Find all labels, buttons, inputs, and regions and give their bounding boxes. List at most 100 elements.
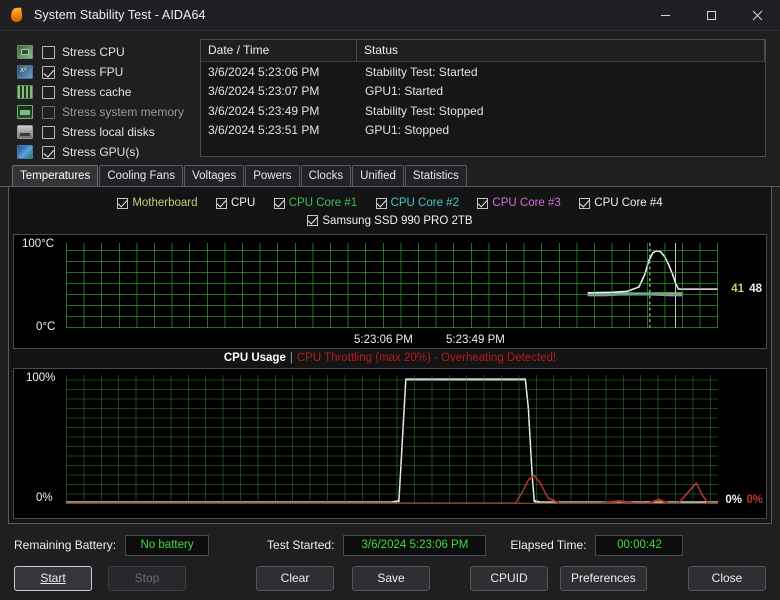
minimize-button[interactable]	[642, 0, 688, 31]
stress-option-cpu[interactable]: Stress CPU	[17, 42, 196, 62]
legend-item-cpu-core-3[interactable]: CPU Core #3	[477, 195, 561, 211]
legend-checkbox[interactable]	[477, 197, 489, 209]
tab-clocks[interactable]: Clocks	[300, 165, 352, 186]
legend-checkbox[interactable]	[117, 197, 129, 209]
memory-icon	[17, 105, 33, 119]
temp-grid	[66, 243, 718, 328]
fpu-icon	[17, 65, 33, 79]
battery-label: Remaining Battery:	[14, 538, 117, 552]
log-status: GPU1: Started	[365, 84, 444, 99]
charts-container: Motherboard CPU CPU Core #1 CPU Core #2 …	[8, 187, 772, 524]
tab-statistics[interactable]: Statistics	[404, 165, 467, 186]
usage-chart-title: CPU Usage | CPU Throttling (max 20%) - Ove…	[13, 349, 767, 365]
stop-button-label: Stop	[134, 571, 160, 585]
table-row[interactable]: 3/6/2024 5:23:51 PM GPU1: Stopped	[201, 121, 765, 141]
clear-button[interactable]: Clear	[256, 565, 334, 591]
maximize-button[interactable]	[688, 0, 734, 31]
tab-unified[interactable]: Unified	[352, 165, 404, 186]
legend-item-cpu-core-2[interactable]: CPU Core #2	[375, 195, 459, 211]
test-started-value: 3/6/2024 5:23:06 PM	[343, 534, 487, 556]
close-dialog-button[interactable]: Close	[688, 565, 766, 591]
flame-icon	[9, 7, 25, 23]
tab-cooling-fans[interactable]: Cooling Fans	[99, 165, 184, 186]
stress-cache-checkbox[interactable]	[42, 85, 55, 99]
log-column-spacer	[753, 40, 765, 62]
legend-checkbox[interactable]	[273, 197, 285, 209]
log-datetime: 3/6/2024 5:23:51 PM	[208, 123, 320, 138]
table-row[interactable]: 3/6/2024 5:23:06 PM Stability Test: Star…	[201, 62, 765, 82]
table-row[interactable]: 3/6/2024 5:23:07 PM GPU1: Started	[201, 82, 765, 102]
stress-fpu-checkbox[interactable]	[42, 65, 55, 79]
event-log-table[interactable]: Date / Time Status 3/6/2024 5:23:06 PM S…	[200, 39, 766, 157]
table-row[interactable]: 3/6/2024 5:23:49 PM Stability Test: Stop…	[201, 101, 765, 121]
legend-row-2: Samsung SSD 990 PRO 2TB	[13, 213, 767, 231]
stress-fpu-label: Stress FPU	[62, 65, 124, 79]
log-datetime: 3/6/2024 5:23:49 PM	[208, 103, 320, 118]
usage-y-axis-max: 100%	[26, 372, 56, 384]
title-bar: System Stability Test - AIDA64	[0, 0, 780, 31]
log-column-status[interactable]: Status	[357, 40, 753, 62]
stress-option-fpu[interactable]: Stress FPU	[17, 62, 196, 82]
usage-plot-area	[66, 375, 718, 505]
status-bar: Remaining Battery: No battery Test Start…	[0, 528, 780, 562]
gpu-icon	[17, 145, 33, 159]
battery-value: No battery	[125, 534, 210, 556]
save-button[interactable]: Save	[352, 565, 430, 591]
usage-title-separator: |	[289, 352, 293, 364]
usage-readout-cpu: 0%	[725, 494, 742, 506]
temp-plot-area	[66, 243, 718, 328]
legend-item-cpu-core-1[interactable]: CPU Core #1	[273, 195, 357, 211]
stress-memory-checkbox[interactable]	[42, 105, 55, 119]
stress-options-list: Stress CPU Stress FPU Stress cache Stres…	[8, 39, 196, 159]
legend-item-motherboard[interactable]: Motherboard	[117, 195, 198, 211]
tab-bar: Temperatures Cooling Fans Voltages Power…	[0, 165, 780, 187]
legend-checkbox[interactable]	[216, 197, 227, 209]
start-button-label: Start	[40, 571, 66, 585]
tab-voltages[interactable]: Voltages	[184, 165, 245, 186]
preferences-button[interactable]: Preferences	[560, 565, 647, 591]
aida64-stability-window: System Stability Test - AIDA64 Stress CP…	[0, 0, 780, 600]
usage-readout-throttling: 0%	[746, 494, 763, 506]
temp-y-axis-max: 100°C	[22, 238, 55, 250]
window-title: System Stability Test - AIDA64	[34, 8, 206, 22]
stress-option-gpu[interactable]: Stress GPU(s)	[17, 142, 196, 162]
legend-item-samsung-ssd[interactable]: Samsung SSD 990 PRO 2TB	[307, 213, 473, 229]
legend-checkbox[interactable]	[307, 215, 319, 226]
stress-cache-label: Stress cache	[62, 85, 132, 99]
top-panel: Stress CPU Stress FPU Stress cache Stres…	[0, 31, 780, 159]
start-button[interactable]: Start	[14, 565, 92, 591]
tab-temperatures[interactable]: Temperatures	[12, 165, 99, 186]
temperature-chart[interactable]: 100°C 0°C 5:23:06 PM 5:23:49 PM 41 48	[13, 234, 767, 349]
stop-button: Stop	[108, 565, 186, 591]
log-header-row: Date / Time Status	[201, 40, 765, 62]
usage-grid	[66, 375, 718, 504]
log-column-datetime[interactable]: Date / Time	[201, 40, 357, 62]
temp-y-axis-min: 0°C	[36, 321, 56, 333]
legend-checkbox[interactable]	[375, 197, 387, 209]
stress-cpu-checkbox[interactable]	[42, 45, 55, 59]
test-started-label: Test Started:	[267, 538, 335, 552]
legend-label: CPU	[231, 197, 256, 209]
stress-disks-label: Stress local disks	[62, 125, 155, 139]
stress-option-cache[interactable]: Stress cache	[17, 82, 196, 102]
close-button[interactable]	[734, 0, 780, 31]
stress-option-disks[interactable]: Stress local disks	[17, 122, 196, 142]
elapsed-time-label: Elapsed Time:	[510, 538, 587, 552]
stress-cpu-label: Stress CPU	[62, 45, 125, 59]
legend-item-cpu[interactable]: CPU	[216, 195, 255, 211]
tab-powers[interactable]: Powers	[245, 165, 300, 186]
log-status: Stability Test: Started	[365, 64, 478, 79]
stress-gpu-label: Stress GPU(s)	[62, 145, 140, 159]
stress-disks-checkbox[interactable]	[42, 125, 55, 139]
cpuid-button[interactable]: CPUID	[470, 565, 548, 591]
temp-readout-motherboard: 41	[731, 283, 744, 295]
legend-label: CPU Core #2	[390, 197, 459, 209]
stress-option-memory[interactable]: Stress system memory	[17, 102, 196, 122]
sensor-legend: Motherboard CPU CPU Core #1 CPU Core #2 …	[13, 193, 767, 231]
stress-gpu-checkbox[interactable]	[42, 145, 55, 159]
legend-item-cpu-core-4[interactable]: CPU Core #4	[579, 195, 663, 211]
disk-icon	[17, 125, 33, 139]
cpu-usage-chart[interactable]: 100% 0% 0% 0%	[13, 368, 767, 519]
save-button-label: Save	[377, 571, 405, 585]
legend-checkbox[interactable]	[579, 197, 591, 209]
